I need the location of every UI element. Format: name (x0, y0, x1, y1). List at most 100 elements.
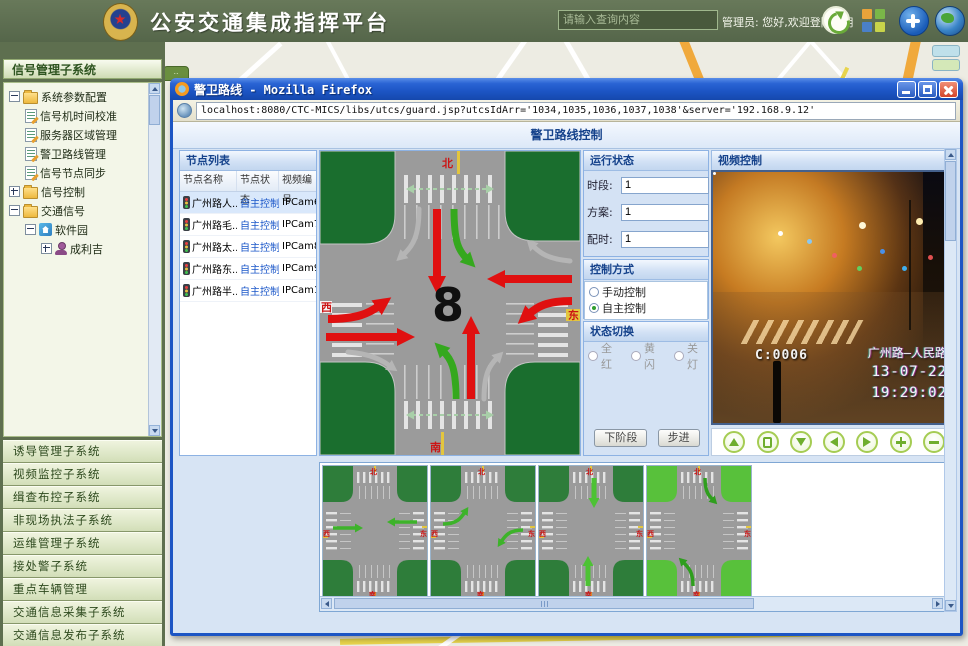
ptz-right-button[interactable] (856, 431, 878, 453)
sidebar-item-key-vehicles[interactable]: 重点车辆管理 (3, 578, 162, 601)
node-name-cell: 广州路毛.. (180, 214, 237, 235)
phase-thumbnail-ns-left-turn-active[interactable]: 北 南 西 东 (646, 465, 752, 599)
radio-icon[interactable] (589, 287, 599, 297)
map-zoom-control[interactable] (932, 45, 960, 57)
ptz-zoom-out-button[interactable] (923, 431, 945, 453)
horizontal-scrollbar[interactable] (320, 596, 944, 611)
radio-checked-icon[interactable] (589, 303, 599, 313)
tree-item-label: 成利吉 (70, 241, 103, 257)
sidebar-item-dispatch[interactable]: 接处警子系统 (3, 555, 162, 578)
step-button[interactable]: 步进 (658, 429, 700, 447)
radio-disabled-icon[interactable] (588, 351, 598, 361)
collapse-icon[interactable] (25, 224, 36, 235)
ptz-down-button[interactable] (790, 431, 812, 453)
url-input[interactable]: localhost:8080/CTC-MICS/libs/utcs/guard.… (196, 102, 956, 120)
timing-input[interactable] (621, 231, 709, 248)
map-layer-control[interactable] (932, 59, 960, 71)
scroll-up-icon[interactable] (945, 149, 956, 160)
column-node-name[interactable]: 节点名称 (180, 171, 237, 191)
sidebar-item-video-surveillance[interactable]: 视频监控子系统 (3, 463, 162, 486)
phase-thumbnail-ns-straight[interactable]: 北 南 西 东 (538, 465, 644, 599)
node-status-link[interactable]: 自主控制 (237, 258, 279, 279)
svg-text:北: 北 (478, 467, 485, 476)
radio-disabled-icon[interactable] (674, 351, 684, 361)
node-status-link[interactable]: 自主控制 (237, 236, 279, 257)
search-input[interactable] (558, 10, 718, 30)
table-row[interactable]: 广州路东.. 自主控制 IPCam9 (180, 258, 316, 280)
column-video-id[interactable]: 视频编号 (279, 171, 316, 191)
tree-item-guard-route[interactable]: 警卫路线管理 (4, 144, 161, 163)
sidebar-item-operations[interactable]: 运维管理子系统 (3, 532, 162, 555)
add-icon[interactable] (899, 6, 929, 36)
sidebar-item-info-collection[interactable]: 交通信息采集子系统 (3, 601, 162, 624)
grid-cell (875, 22, 885, 32)
scrollbar-thumb[interactable] (149, 95, 160, 125)
table-row[interactable]: 广州路太.. 自主控制 IPCam8 (180, 236, 316, 258)
field-label: 时段: (584, 177, 621, 193)
sidebar-item-info-publishing[interactable]: 交通信息发布子系统 (3, 624, 162, 646)
radio-disabled-icon[interactable] (631, 351, 641, 361)
maximize-button[interactable] (918, 81, 937, 98)
scroll-up-icon[interactable] (149, 83, 160, 94)
scroll-down-icon[interactable] (149, 425, 160, 436)
collapse-icon[interactable] (9, 91, 20, 102)
lights-off-option[interactable]: 关灯 (674, 348, 708, 364)
ptz-zoom-in-button[interactable] (890, 431, 912, 453)
page-title: 警卫路线控制 (173, 122, 960, 149)
tree-item-time-calibration[interactable]: 信号机时间校准 (4, 106, 161, 125)
field-label: 配时: (584, 231, 621, 247)
node-status-link[interactable]: 自主控制 (237, 280, 279, 301)
scroll-left-icon[interactable] (321, 598, 332, 609)
table-row[interactable]: 广州路毛.. 自主控制 IPCam7 (180, 214, 316, 236)
refresh-icon[interactable] (822, 6, 850, 34)
ptz-stop-button[interactable] (757, 431, 779, 453)
node-status-link[interactable]: 自主控制 (237, 214, 279, 235)
minimize-button[interactable] (897, 81, 916, 98)
period-input[interactable] (621, 177, 709, 194)
close-button[interactable] (939, 81, 958, 98)
grid-cell (875, 9, 885, 19)
expand-icon[interactable] (9, 186, 20, 197)
vertical-scrollbar[interactable] (944, 148, 957, 612)
column-node-status[interactable]: 节点状态 (237, 171, 279, 191)
table-header-row: 节点名称 节点状态 视频编号 (180, 171, 316, 192)
tree-item-system-params[interactable]: 系统参数配置 (4, 87, 161, 106)
all-red-option[interactable]: 全红 (588, 348, 622, 364)
scroll-down-icon[interactable] (945, 600, 956, 611)
manual-control-option[interactable]: 手动控制 (589, 284, 703, 300)
scroll-right-icon[interactable] (932, 598, 943, 609)
next-phase-button[interactable]: 下阶段 (594, 429, 647, 447)
ptz-left-button[interactable] (823, 431, 845, 453)
table-row[interactable]: 广州路人.. 自主控制 IPCam6 (180, 192, 316, 214)
ptz-control-bar (711, 428, 957, 456)
table-row[interactable]: 广州路半.. 自主控制 IPCam10 (180, 280, 316, 302)
tree-item-software-park[interactable]: 软件园 (4, 220, 161, 239)
tree-item-signal-control[interactable]: 信号控制 (4, 182, 161, 201)
field-row: 方案: (584, 203, 710, 221)
expand-icon[interactable] (41, 243, 52, 254)
yellow-flash-option[interactable]: 黄闪 (631, 348, 665, 364)
tree-item-label: 系统参数配置 (41, 89, 107, 105)
apps-grid-icon[interactable] (862, 9, 885, 32)
scrollbar-thumb[interactable] (334, 598, 754, 609)
scrollbar-thumb[interactable] (945, 161, 956, 241)
globe-icon[interactable] (935, 6, 965, 36)
sidebar-item-enforcement[interactable]: 非现场执法子系统 (3, 509, 162, 532)
tree-item-traffic-signal[interactable]: 交通信号 (4, 201, 161, 220)
tree-item-user-node[interactable]: 成利吉 (4, 239, 161, 258)
auto-control-option[interactable]: 自主控制 (589, 300, 703, 316)
node-list-panel: 节点列表 节点名称 节点状态 视频编号 广州路人.. 自主控制 IPCam6 广… (179, 150, 317, 456)
collapse-icon[interactable] (9, 205, 20, 216)
option-label: 全红 (601, 340, 622, 372)
phase-thumbnail-ew-left-turn[interactable]: 北 南 西 东 (430, 465, 536, 599)
node-status-link[interactable]: 自主控制 (237, 192, 279, 213)
ptz-up-button[interactable] (723, 431, 745, 453)
sidebar-item-guidance[interactable]: 诱导管理子系统 (3, 440, 162, 463)
sidebar-section-signal[interactable]: 信号管理子系统 (3, 59, 162, 79)
tree-item-server-region[interactable]: 服务器区域管理 (4, 125, 161, 144)
phase-thumbnail-ew-straight[interactable]: 北 南 西 东 (322, 465, 428, 599)
plan-input[interactable] (621, 204, 709, 221)
tree-item-node-sync[interactable]: 信号节点同步 (4, 163, 161, 182)
sidebar-item-investigation[interactable]: 缉查布控子系统 (3, 486, 162, 509)
tree-scrollbar[interactable] (148, 83, 161, 436)
